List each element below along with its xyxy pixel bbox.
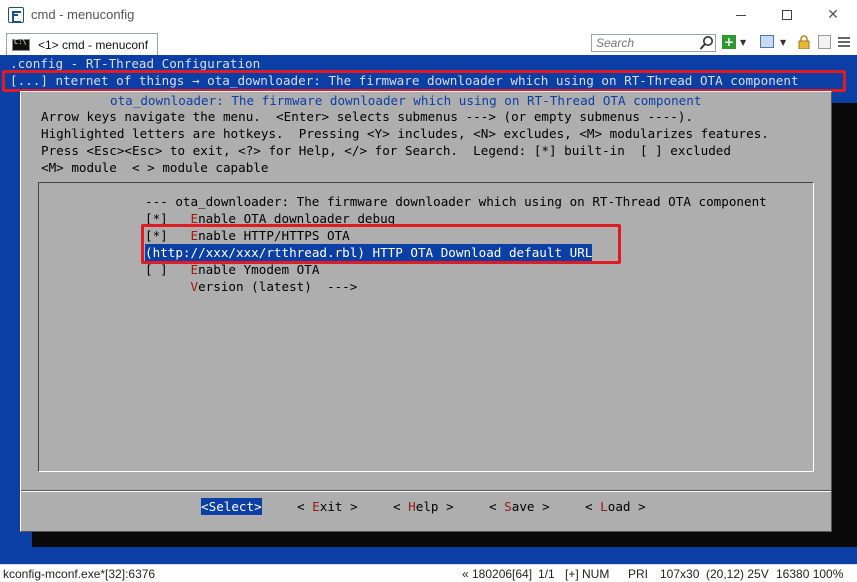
config-title: .config - RT-Thread Configuration: [10, 56, 261, 71]
minimize-button[interactable]: [718, 0, 764, 30]
maximize-button[interactable]: [764, 0, 810, 30]
status-num[interactable]: [+] NUM: [565, 567, 609, 581]
menu-list: --- ota_downloader: The firmware downloa…: [38, 182, 814, 472]
pane-icon[interactable]: [818, 35, 831, 49]
new-console-icon[interactable]: +: [722, 35, 736, 49]
tab-toolbar: <1> cmd - menuconf + ▼ ▼: [0, 30, 857, 55]
search-input[interactable]: [591, 34, 716, 52]
dialog-title: ota_downloader: The firmware downloader …: [110, 92, 702, 109]
window-title: cmd - menuconfig: [31, 7, 135, 22]
menu-item-version[interactable]: Version (latest) --->: [145, 278, 358, 295]
dialog-divider: [21, 490, 831, 492]
help-button[interactable]: < Help >: [393, 498, 454, 515]
help-text-line: <M> module < > module capable: [41, 160, 269, 175]
status-process[interactable]: kconfig-mconf.exe*[32]:6376: [3, 567, 155, 581]
status-build[interactable]: « 180206[64]: [462, 567, 532, 581]
status-size[interactable]: 107x30: [660, 567, 699, 581]
split-view-icon[interactable]: [760, 35, 774, 48]
window-title-bar: cmd - menuconfig ✕: [0, 0, 857, 30]
menu-item-http-ota-url[interactable]: (http://xxx/xxx/rtthread.rbl) HTTP OTA D…: [145, 244, 593, 261]
menu-breadcrumb: [...] nternet of things → ota_downloader…: [10, 73, 799, 88]
help-text-line: Highlighted letters are hotkeys. Pressin…: [41, 126, 769, 141]
close-button[interactable]: ✕: [810, 0, 856, 30]
status-mem[interactable]: 16380 100%: [776, 567, 843, 581]
status-position[interactable]: 1/1: [538, 567, 555, 581]
chevron-down-icon[interactable]: ▼: [780, 38, 786, 53]
save-button[interactable]: < Save >: [489, 498, 550, 515]
help-text-line: Arrow keys navigate the menu. <Enter> se…: [41, 109, 694, 124]
hamburger-menu-icon[interactable]: [838, 35, 850, 49]
menu-header: --- ota_downloader: The firmware downloa…: [145, 194, 767, 209]
console-tab-label: <1> cmd - menuconf: [38, 37, 149, 52]
console-area[interactable]: .config - RT-Thread Configuration [...] …: [0, 55, 857, 564]
status-bar: kconfig-mconf.exe*[32]:6376 « 180206[64]…: [0, 564, 857, 582]
menuconfig-dialog: ota_downloader: The firmware downloader …: [20, 91, 832, 532]
chevron-down-icon[interactable]: ▼: [740, 38, 746, 53]
maximize-icon: [782, 10, 792, 20]
minimize-icon: [736, 14, 746, 16]
exit-button[interactable]: < Exit >: [297, 498, 358, 515]
search-icon[interactable]: [699, 35, 715, 51]
load-button[interactable]: < Load >: [585, 498, 646, 515]
select-button[interactable]: <Select>: [201, 498, 262, 515]
console-tab[interactable]: <1> cmd - menuconf: [6, 33, 158, 55]
status-cursor[interactable]: (20,12) 25V: [706, 567, 769, 581]
menu-item-ota-debug[interactable]: [*] Enable OTA downloader debug: [145, 210, 395, 227]
conemu-app-icon[interactable]: [8, 7, 24, 23]
close-icon: ✕: [827, 7, 839, 23]
menu-item-ymodem-ota[interactable]: [ ] Enable Ymodem OTA: [145, 261, 319, 278]
dialog-shadow: [32, 532, 857, 547]
console-icon: [12, 38, 30, 51]
dialog-shadow: [832, 103, 857, 547]
help-text-line: Press <Esc><Esc> to exit, <?> for Help, …: [41, 143, 731, 158]
status-pri[interactable]: PRI: [628, 567, 648, 581]
menu-item-http-ota[interactable]: [*] Enable HTTP/HTTPS OTA: [145, 227, 350, 244]
lock-icon[interactable]: [798, 35, 810, 49]
